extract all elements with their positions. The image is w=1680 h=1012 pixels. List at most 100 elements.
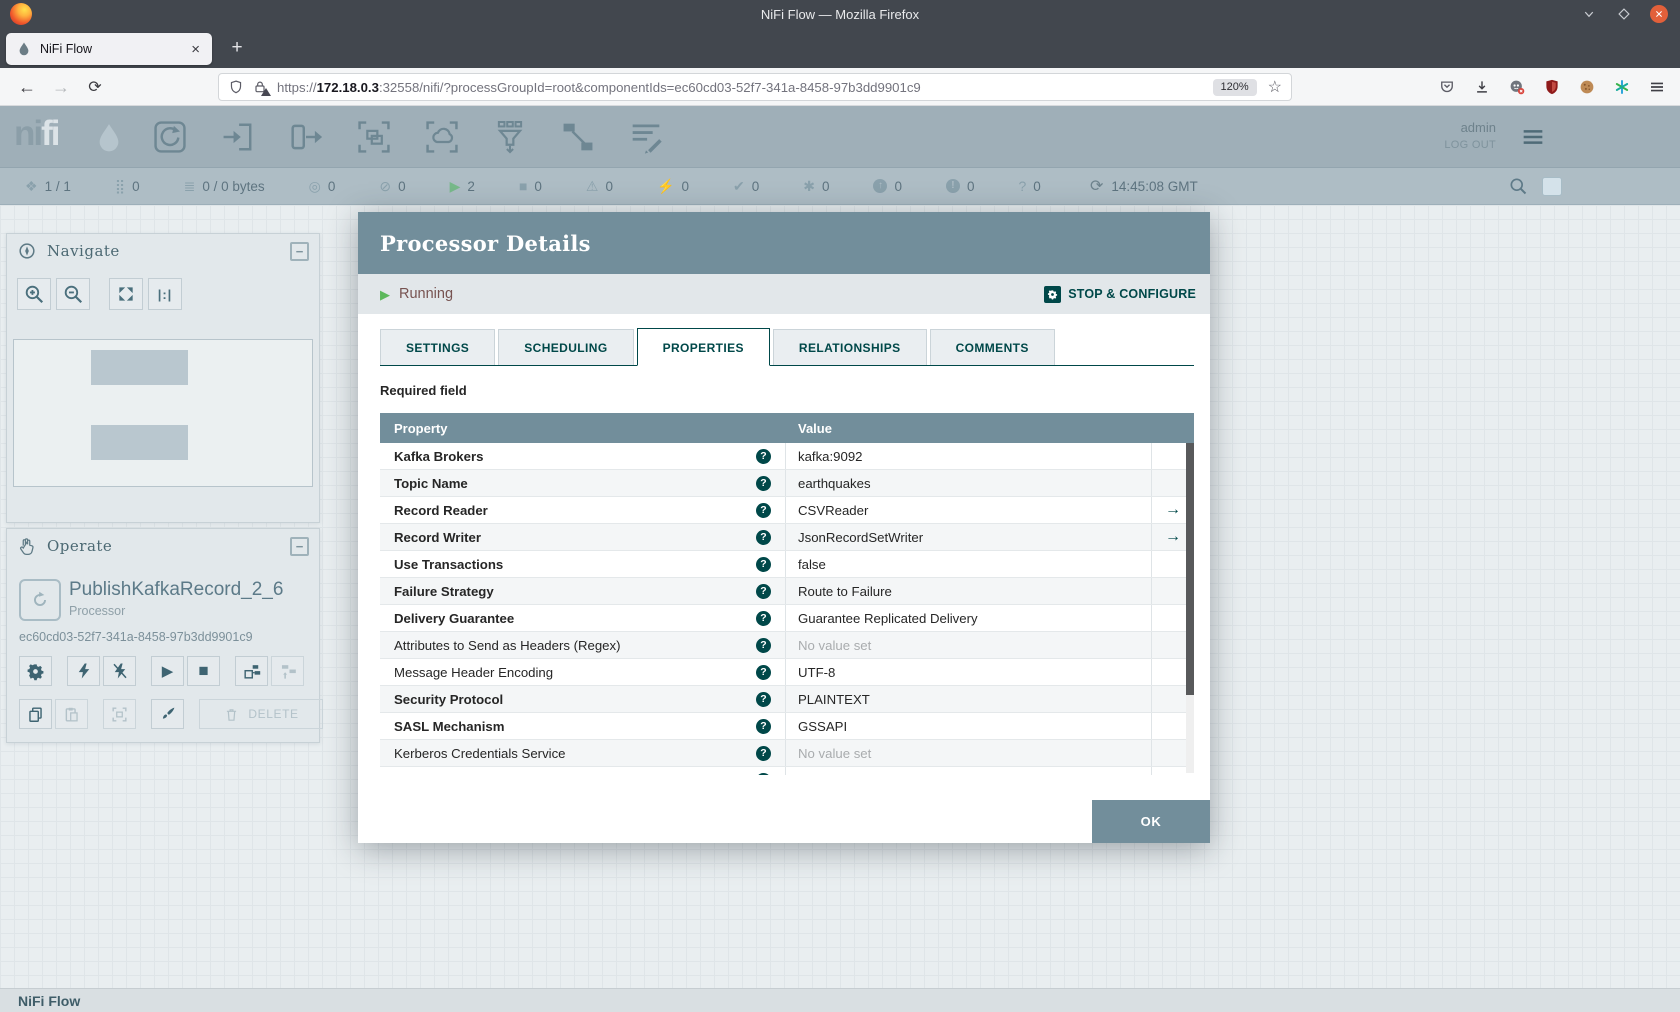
label-component-icon[interactable] — [626, 117, 666, 157]
help-icon[interactable]: ? — [756, 637, 771, 653]
save-template-button[interactable] — [235, 656, 268, 686]
downloads-icon[interactable] — [1473, 78, 1491, 96]
remote-process-group-component-icon[interactable] — [422, 117, 462, 157]
property-value[interactable]: No value set — [786, 767, 1152, 775]
zoom-fit-button[interactable] — [109, 278, 143, 310]
breadcrumb[interactable]: NiFi Flow — [18, 993, 80, 1009]
help-icon[interactable]: ? — [756, 745, 771, 761]
property-row[interactable]: Message Header Encoding ? UTF-8 → — [380, 659, 1194, 686]
url-bar[interactable]: https://172.18.0.3:32558/nifi/?processGr… — [218, 73, 1292, 101]
help-icon[interactable]: ? — [756, 583, 771, 599]
help-icon[interactable]: ? — [756, 502, 771, 518]
funnel-component-icon[interactable] — [490, 117, 530, 157]
help-icon[interactable]: ? — [756, 691, 771, 707]
property-value[interactable]: No value set — [786, 740, 1152, 766]
help-icon[interactable]: ? — [756, 529, 771, 545]
dialog-tab[interactable]: RELATIONSHIPS — [772, 329, 927, 365]
template-component-icon[interactable] — [558, 117, 598, 157]
process-group-component-icon[interactable] — [354, 117, 394, 157]
property-row[interactable]: Topic Name ? earthquakes → — [380, 470, 1194, 497]
extension-asterisk-icon[interactable] — [1613, 78, 1631, 96]
property-row[interactable]: Attributes to Send as Headers (Regex) ? … — [380, 632, 1194, 659]
property-value[interactable]: JsonRecordSetWriter — [786, 524, 1152, 550]
start-button[interactable]: ▶ — [151, 656, 184, 686]
property-row[interactable]: Delivery Guarantee ? Guarantee Replicate… — [380, 605, 1194, 632]
app-menu-icon[interactable] — [1648, 78, 1666, 96]
output-port-component-icon[interactable] — [286, 117, 326, 157]
property-value[interactable]: GSSAPI — [786, 713, 1152, 739]
logout-link[interactable]: LOG OUT — [1444, 139, 1496, 151]
table-scrollbar[interactable] — [1186, 443, 1194, 773]
new-tab-button[interactable]: + — [224, 35, 250, 61]
property-value[interactable]: PLAINTEXT — [786, 686, 1152, 712]
window-maximize-button[interactable] — [1615, 5, 1633, 23]
page-zoom-badge[interactable]: 120% — [1212, 78, 1257, 96]
stop-and-configure-button[interactable]: STOP & CONFIGURE — [1044, 285, 1196, 303]
stop-button[interactable]: ■ — [187, 656, 220, 686]
zoom-in-button[interactable] — [17, 278, 51, 310]
refresh-icon[interactable]: ⟳ — [1090, 178, 1103, 195]
cookie-extension-icon[interactable] — [1578, 78, 1596, 96]
window-close-button[interactable] — [1650, 5, 1668, 23]
global-menu-icon[interactable] — [1518, 123, 1548, 151]
property-row[interactable]: Kerberos Service Name ? No value set → — [380, 767, 1194, 775]
scrollbar-thumb[interactable] — [1186, 443, 1194, 695]
refresh-status[interactable]: ⟳ 14:45:08 GMT — [1090, 178, 1198, 195]
tracking-shield-icon[interactable] — [228, 79, 244, 95]
goto-service-arrow-icon[interactable]: → — [1165, 528, 1181, 546]
dialog-tab[interactable]: SCHEDULING — [498, 329, 634, 365]
help-icon[interactable]: ? — [756, 556, 771, 572]
property-value[interactable]: Route to Failure — [786, 578, 1152, 604]
ok-button[interactable]: OK — [1092, 800, 1210, 843]
property-value[interactable]: CSVReader — [786, 497, 1152, 523]
property-value[interactable]: kafka:9092 — [786, 443, 1152, 469]
property-row[interactable]: Kafka Brokers ? kafka:9092 → — [380, 443, 1194, 470]
pocket-icon[interactable] — [1438, 78, 1456, 96]
status-panel-icon[interactable] — [1542, 177, 1562, 196]
disable-button[interactable] — [103, 656, 136, 686]
help-icon[interactable]: ? — [756, 772, 771, 775]
browser-tab-nifi-flow[interactable]: NiFi Flow × — [6, 33, 212, 65]
dialog-tab[interactable]: COMMENTS — [929, 329, 1055, 365]
dialog-tab[interactable]: PROPERTIES — [636, 328, 770, 366]
property-row[interactable]: Kerberos Credentials Service ? No value … — [380, 740, 1194, 767]
goto-service-arrow-icon[interactable]: → — [1165, 501, 1181, 519]
help-icon[interactable]: ? — [756, 448, 771, 464]
property-value[interactable]: No value set — [786, 632, 1152, 658]
bookmark-star-icon[interactable]: ☆ — [1268, 77, 1282, 97]
property-row[interactable]: Security Protocol ? PLAINTEXT → — [380, 686, 1194, 713]
tab-close-icon[interactable]: × — [189, 41, 202, 58]
property-value[interactable]: false — [786, 551, 1152, 577]
ublock-origin-icon[interactable] — [1543, 78, 1561, 96]
help-icon[interactable]: ? — [756, 718, 771, 734]
reload-button[interactable]: ⟳ — [80, 73, 110, 101]
processor-component-icon[interactable] — [150, 117, 190, 157]
property-value[interactable]: earthquakes — [786, 470, 1152, 496]
property-row[interactable]: Record Reader ? CSVReader → — [380, 497, 1194, 524]
property-row[interactable]: Record Writer ? JsonRecordSetWriter → — [380, 524, 1194, 551]
help-icon[interactable]: ? — [756, 475, 771, 491]
zoom-actual-size-button[interactable]: |:| — [148, 278, 182, 310]
back-button[interactable]: ← — [12, 73, 42, 101]
property-value[interactable]: UTF-8 — [786, 659, 1152, 685]
connection-lock-icon[interactable] — [252, 79, 271, 96]
forward-button[interactable]: → — [46, 73, 76, 101]
enable-button[interactable] — [67, 656, 100, 686]
group-button[interactable] — [103, 699, 136, 729]
paste-button[interactable] — [55, 699, 88, 729]
help-icon[interactable]: ? — [756, 664, 771, 680]
property-row[interactable]: Failure Strategy ? Route to Failure → — [380, 578, 1194, 605]
delete-button[interactable]: DELETE — [199, 699, 323, 729]
copy-button[interactable] — [19, 699, 52, 729]
input-port-component-icon[interactable] — [218, 117, 258, 157]
collapse-operate-button[interactable]: − — [290, 536, 309, 556]
change-color-button[interactable] — [151, 699, 184, 729]
property-value[interactable]: Guarantee Replicated Delivery — [786, 605, 1152, 631]
window-minimize-button[interactable] — [1580, 5, 1598, 23]
help-icon[interactable]: ? — [756, 610, 771, 626]
collapse-navigate-button[interactable]: − — [290, 241, 309, 261]
property-row[interactable]: SASL Mechanism ? GSSAPI → — [380, 713, 1194, 740]
dialog-tab[interactable]: SETTINGS — [380, 329, 496, 365]
multi-account-containers-icon[interactable] — [1508, 78, 1526, 96]
zoom-out-button[interactable] — [56, 278, 90, 310]
